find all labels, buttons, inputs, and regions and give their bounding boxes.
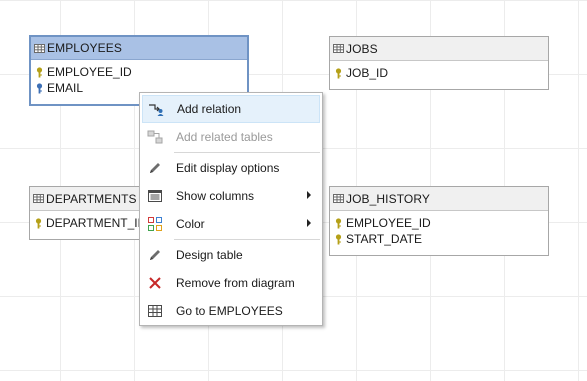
- table-node-jobs[interactable]: JOBS JOB_ID: [329, 36, 549, 90]
- table-icon: [333, 194, 344, 203]
- pencil-icon: [147, 160, 163, 176]
- column-name: EMPLOYEE_ID: [346, 216, 431, 230]
- primary-key-icon: [335, 218, 342, 229]
- table-grid-icon: [147, 303, 163, 319]
- add-relation-icon: [148, 101, 164, 117]
- menu-item-design-table[interactable]: Design table: [142, 241, 320, 269]
- column-name: JOB_ID: [346, 66, 389, 80]
- primary-key-icon: [335, 234, 342, 245]
- column-name: EMPLOYEE_ID: [47, 65, 132, 79]
- primary-key-icon: [335, 68, 342, 79]
- menu-label: Go to EMPLOYEES: [176, 304, 283, 318]
- table-title: EMPLOYEES: [47, 41, 122, 55]
- red-x-icon: [147, 275, 163, 291]
- primary-key-icon: [35, 218, 42, 229]
- menu-label: Show columns: [176, 189, 255, 203]
- menu-item-add-related-tables[interactable]: Add related tables: [142, 123, 320, 151]
- table-title: DEPARTMENTS: [46, 191, 137, 206]
- table-title: JOB_HISTORY: [346, 191, 431, 206]
- menu-item-color[interactable]: Color: [142, 210, 320, 238]
- column-row[interactable]: EMPLOYEE_ID: [36, 64, 247, 80]
- column-row[interactable]: START_DATE: [335, 231, 548, 247]
- menu-item-edit-display-options[interactable]: Edit display options: [142, 154, 320, 182]
- column-row[interactable]: EMPLOYEE_ID: [335, 215, 548, 231]
- menu-separator: [174, 239, 320, 240]
- table-node-job-history[interactable]: JOB_HISTORY EMPLOYEE_ID START_DATE: [329, 186, 549, 256]
- menu-item-remove-from-diagram[interactable]: Remove from diagram: [142, 269, 320, 297]
- column-name: START_DATE: [346, 232, 423, 246]
- submenu-arrow-icon: [307, 191, 311, 199]
- column-row[interactable]: JOB_ID: [335, 65, 548, 81]
- table-icon: [33, 194, 44, 203]
- primary-key-icon: [36, 67, 43, 78]
- column-name: EMAIL: [47, 81, 84, 95]
- menu-label: Edit display options: [176, 161, 280, 175]
- unique-key-icon: [36, 83, 43, 94]
- menu-separator: [174, 152, 320, 153]
- context-menu: Add relation Add related tables Edit dis…: [139, 92, 323, 326]
- table-icon: [333, 44, 344, 53]
- columns-icon: [147, 188, 163, 204]
- table-header-jobs[interactable]: JOBS: [330, 37, 548, 61]
- table-icon: [34, 44, 45, 53]
- table-title: JOBS: [346, 41, 378, 56]
- pencil-icon: [147, 247, 163, 263]
- menu-label: Add related tables: [176, 130, 273, 144]
- related-tables-icon: [147, 129, 163, 145]
- menu-item-show-columns[interactable]: Show columns: [142, 182, 320, 210]
- submenu-arrow-icon: [307, 219, 311, 227]
- menu-label: Add relation: [177, 102, 242, 116]
- menu-item-go-to-employees[interactable]: Go to EMPLOYEES: [142, 297, 320, 325]
- table-header-employees[interactable]: EMPLOYEES: [31, 37, 247, 60]
- column-name: DEPARTMENT_ID: [46, 216, 147, 230]
- menu-label: Design table: [176, 248, 243, 262]
- table-header-job-history[interactable]: JOB_HISTORY: [330, 187, 548, 211]
- menu-label: Color: [176, 217, 205, 231]
- menu-item-add-relation[interactable]: Add relation: [142, 95, 320, 123]
- menu-label: Remove from diagram: [176, 276, 295, 290]
- color-palette-icon: [147, 216, 163, 232]
